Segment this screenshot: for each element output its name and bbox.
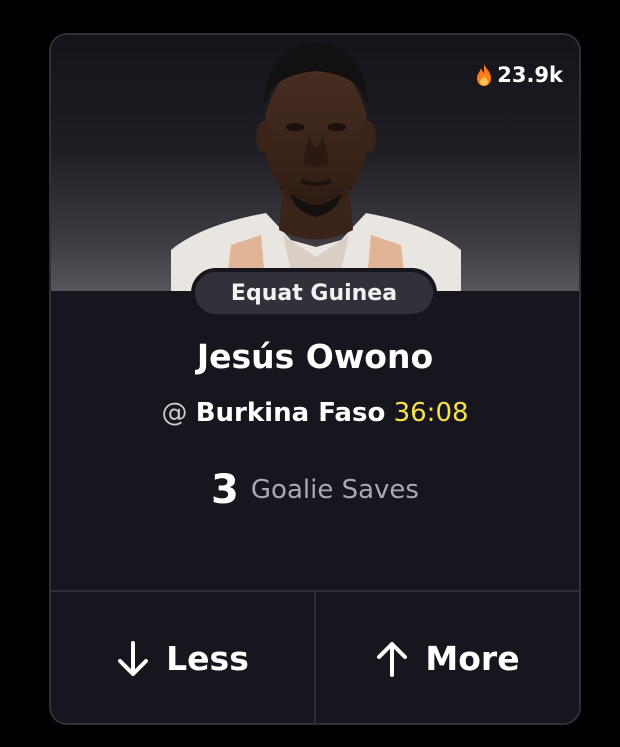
stat-type: Goalie Saves [250, 475, 419, 505]
player-hero: 23.9k [51, 35, 579, 291]
less-button[interactable]: Less [51, 592, 314, 723]
pick-actions: Less More [51, 590, 579, 723]
player-photo [171, 43, 461, 291]
less-button-label: Less [166, 639, 249, 678]
matchup-line: @ Burkina Faso 36:08 [51, 398, 579, 428]
more-button-label: More [425, 639, 520, 678]
popularity-badge: 23.9k [474, 63, 563, 87]
stat-value: 3 [211, 467, 239, 513]
opponent-name: Burkina Faso [195, 398, 386, 428]
at-sign: @ [161, 398, 188, 428]
more-button[interactable]: More [314, 592, 579, 723]
team-pill: Equat Guinea [191, 268, 437, 318]
stat-line: 3 Goalie Saves [51, 467, 579, 513]
arrow-up-icon [377, 641, 408, 677]
player-name: Jesús Owono [196, 337, 434, 376]
game-clock: 36:08 [393, 398, 469, 428]
fire-icon [477, 64, 492, 86]
arrow-down-icon [118, 640, 149, 676]
player-prop-card: 23.9k Equat Guinea Jesús Owono @ Burkina… [49, 33, 581, 725]
popularity-count: 23.9k [497, 63, 563, 87]
